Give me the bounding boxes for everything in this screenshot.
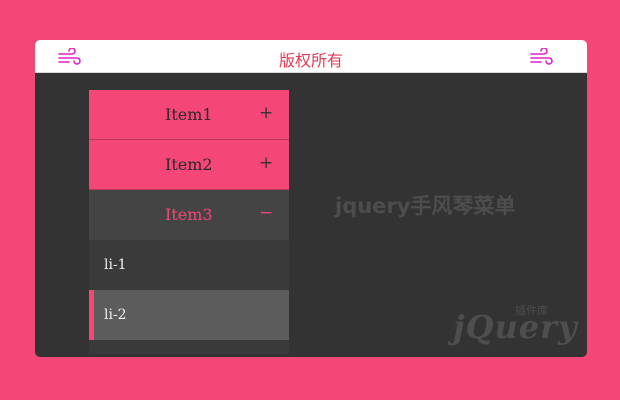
- demo-heading: jquery手风琴菜单: [335, 194, 516, 218]
- top-bar: 版权所有: [35, 40, 587, 73]
- wind-icon: [530, 48, 553, 65]
- accordion-item-2[interactable]: Item2 +: [89, 140, 289, 190]
- submenu-item-label: li-1: [104, 257, 127, 273]
- expand-plus-icon: +: [259, 103, 274, 123]
- accordion-item-label: Item2: [165, 155, 213, 174]
- submenu-item-partial[interactable]: [89, 340, 289, 354]
- accordion-item-label: Item1: [165, 105, 213, 124]
- submenu-item-label: li-2: [104, 307, 127, 323]
- jquery-watermark-logo: 插件库 jQuery: [453, 302, 577, 350]
- submenu-item-li-2[interactable]: li-2: [89, 290, 289, 340]
- watermark-main-text: jQuery: [453, 308, 578, 346]
- accordion-item-1[interactable]: Item1 +: [89, 90, 289, 140]
- accordion-menu: Item1 + Item2 + Item3 − li-1 li-2: [89, 90, 289, 354]
- expand-plus-icon: +: [259, 153, 274, 173]
- accordion-demo-panel: 版权所有 Item1 + Item2 + Item3 − li-1 li-2 j…: [35, 40, 587, 357]
- submenu-item-li-1[interactable]: li-1: [89, 240, 289, 290]
- page-title: 版权所有: [278, 51, 343, 70]
- collapse-minus-icon: −: [259, 203, 274, 223]
- accordion-item-3[interactable]: Item3 −: [89, 190, 289, 240]
- accordion-item-label: Item3: [165, 205, 213, 224]
